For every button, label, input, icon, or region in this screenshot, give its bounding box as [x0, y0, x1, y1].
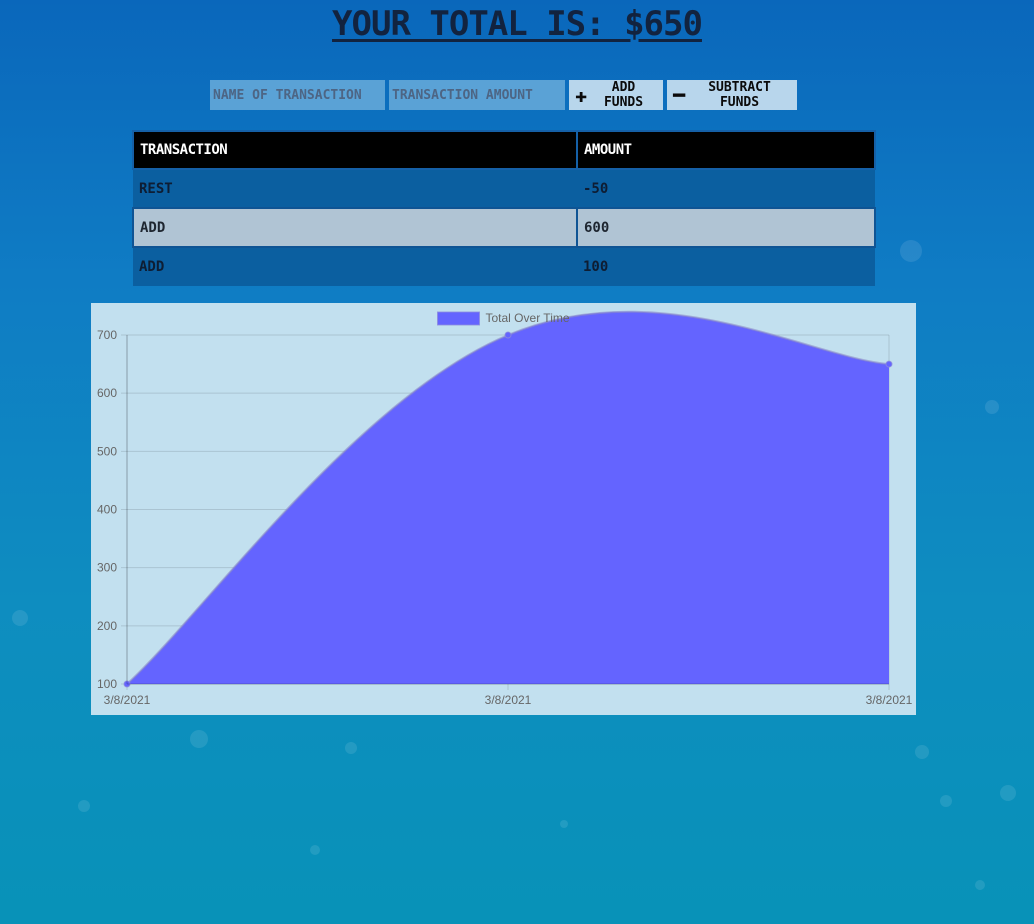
add-funds-label: Add Funds	[603, 80, 644, 110]
column-header-amount: Amount	[576, 130, 876, 170]
y-tick-label: 100	[97, 677, 117, 691]
table-row: Add 600	[132, 207, 876, 248]
transaction-name-cell: Add	[133, 247, 577, 286]
transaction-form: ✚ Add Funds ━ Subtract Funds	[210, 80, 797, 110]
background-bubble	[975, 880, 985, 890]
legend-label: Total Over Time	[486, 311, 570, 325]
background-bubble	[310, 845, 320, 855]
subtract-funds-label: Subtract Funds	[708, 80, 771, 110]
transactions-table: Transaction Amount Rest -50 Add 600 Add …	[132, 130, 876, 286]
page-title: Your Total is: $650	[332, 4, 703, 44]
background-bubble	[12, 610, 28, 626]
legend-swatch	[437, 311, 480, 326]
transaction-name-input[interactable]	[210, 80, 385, 110]
transaction-amount-cell: -50	[577, 169, 875, 208]
transaction-amount-cell: 100	[577, 247, 875, 286]
background-bubble	[190, 730, 208, 748]
background-bubble	[1000, 785, 1016, 801]
data-point	[885, 360, 893, 368]
y-tick-label: 400	[97, 503, 117, 517]
transaction-name-cell: Add	[132, 207, 578, 248]
background-bubble	[940, 795, 952, 807]
background-bubble	[985, 400, 999, 414]
add-funds-button[interactable]: ✚ Add Funds	[569, 80, 663, 110]
table-row: Rest -50	[133, 169, 875, 208]
x-tick-label: 3/8/2021	[485, 693, 532, 707]
table-row: Add 100	[133, 247, 875, 286]
background-bubble	[78, 800, 90, 812]
background-bubble	[900, 240, 922, 262]
total-over-time-chart: 100 200 300 400 500 600 700 3/8/2021 3/8/2021 3/8…	[91, 303, 916, 715]
chart-canvas: 100 200 300 400 500 600 700 3/8/2021 3/8/2021 3/8…	[97, 310, 913, 707]
data-point	[504, 331, 512, 339]
series-area	[127, 311, 889, 684]
x-tick-label: 3/8/2021	[104, 693, 151, 707]
y-tick-label: 600	[97, 386, 117, 400]
background-bubble	[345, 742, 357, 754]
y-tick-label: 500	[97, 444, 117, 458]
y-tick-label: 700	[97, 328, 117, 342]
column-header-transaction: Transaction	[132, 130, 578, 170]
background-bubble	[560, 820, 568, 828]
plus-icon: ✚	[575, 83, 588, 107]
transaction-amount-input[interactable]	[389, 80, 565, 110]
y-tick-label: 200	[97, 619, 117, 633]
subtract-funds-button[interactable]: ━ Subtract Funds	[667, 80, 797, 110]
minus-icon: ━	[673, 83, 686, 107]
y-tick-label: 300	[97, 561, 117, 575]
background-bubble	[915, 745, 929, 759]
transaction-amount-cell: 600	[576, 207, 876, 248]
transaction-name-cell: Rest	[133, 169, 577, 208]
x-tick-label: 3/8/2021	[866, 693, 913, 707]
table-header-row: Transaction Amount	[132, 130, 876, 170]
